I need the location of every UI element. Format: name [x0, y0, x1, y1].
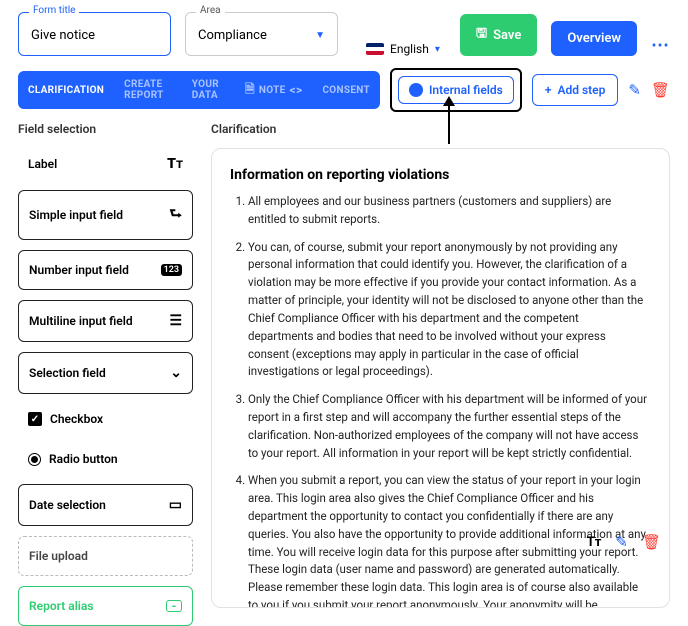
edit-icon[interactable]: ✎	[615, 533, 628, 551]
language-selector[interactable]: English ▾	[366, 42, 446, 56]
language-name: English	[390, 42, 429, 56]
tab-consent[interactable]: CONSENT	[312, 71, 380, 109]
field-type-number-input[interactable]: Number input field123	[18, 250, 193, 290]
text-format-icon[interactable]: Tт	[587, 535, 602, 550]
area-value: Compliance	[198, 28, 267, 43]
field-type-radio[interactable]: Radio button	[18, 444, 193, 474]
area-label: Area	[196, 5, 225, 16]
field-type-multiline-input[interactable]: Multiline input field☰	[18, 300, 193, 342]
tab-note[interactable]: 🗎NOTE<>	[235, 71, 313, 109]
save-button[interactable]: 🖫 Save	[460, 14, 537, 56]
overview-button[interactable]: Overview	[551, 21, 637, 56]
save-icon: 🖫	[476, 24, 487, 46]
area-field[interactable]: Area Compliance ▼	[185, 12, 338, 56]
number-icon: 123	[161, 264, 182, 276]
field-type-label[interactable]: LabelTт	[18, 148, 193, 180]
form-title-label: Form title	[29, 5, 79, 16]
text-style-icon: Tт	[167, 156, 183, 172]
globe-icon	[409, 83, 423, 97]
edit-icon[interactable]: ✎	[628, 81, 641, 99]
field-type-date[interactable]: Date selection▭	[18, 484, 193, 526]
chevron-down-icon: ⌄	[170, 365, 182, 381]
steps-tabs: CLARIFICATION CREATE REPORT YOUR DATA 🗎N…	[18, 71, 380, 109]
tab-your-data[interactable]: YOUR DATA	[182, 71, 235, 109]
field-type-checkbox[interactable]: ✓Checkbox	[18, 404, 193, 434]
chevron-down-icon: ▾	[435, 44, 440, 55]
form-title-input[interactable]	[31, 28, 158, 43]
info-item: Only the Chief Compliance Officer with h…	[248, 391, 651, 462]
field-type-simple-input[interactable]: Simple input field⮑	[18, 190, 193, 240]
radio-icon	[28, 453, 41, 466]
checkbox-icon: ✓	[28, 412, 42, 426]
input-icon: ⮑	[169, 203, 182, 227]
note-icon: 🗎	[245, 80, 255, 101]
calendar-icon: ▭	[169, 497, 182, 513]
info-item: You can, of course, submit your report a…	[248, 239, 651, 382]
tab-create-report[interactable]: CREATE REPORT	[114, 71, 182, 109]
multiline-icon: ☰	[169, 313, 182, 329]
info-title: Information on reporting violations	[230, 167, 651, 183]
field-selection-heading: Field selection	[18, 122, 193, 136]
clarification-panel: Information on reporting violations All …	[211, 148, 670, 608]
form-title-field[interactable]: Form title	[18, 12, 171, 56]
field-type-report-alias[interactable]: Report alias-	[18, 586, 193, 626]
flag-uk-icon	[366, 43, 384, 55]
info-item: All employees and our business partners …	[248, 193, 651, 229]
trash-icon[interactable]: 🗑	[651, 81, 670, 99]
plus-icon: +	[545, 83, 552, 97]
clarification-heading: Clarification	[211, 122, 670, 136]
add-step-button[interactable]: + Add step	[532, 74, 619, 106]
code-icon: <>	[290, 83, 303, 97]
trash-icon[interactable]: 🗑	[642, 533, 661, 551]
tab-clarification[interactable]: CLARIFICATION	[18, 71, 114, 109]
field-type-selection[interactable]: Selection field⌄	[18, 352, 193, 394]
field-type-file-upload[interactable]: File upload	[18, 536, 193, 576]
internal-fields-button[interactable]: Internal fields	[398, 76, 514, 104]
chevron-down-icon: ▼	[315, 30, 325, 41]
alias-icon: -	[166, 600, 182, 612]
more-menu-icon[interactable]: ⋯	[651, 35, 670, 56]
